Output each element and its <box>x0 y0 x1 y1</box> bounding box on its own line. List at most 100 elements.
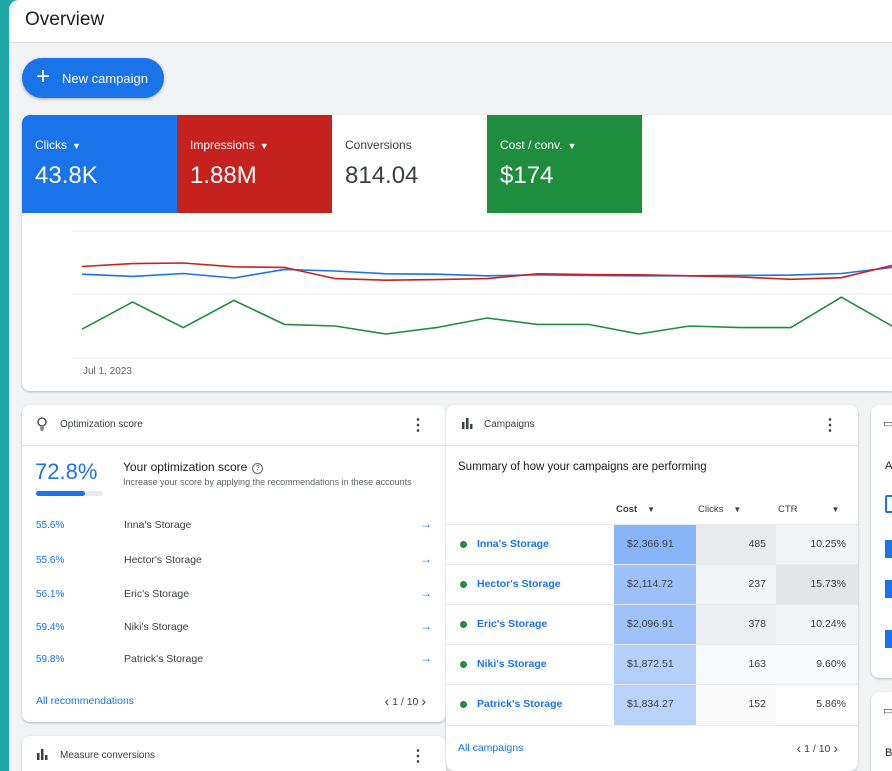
campaign-name-link[interactable]: Niki's Storage <box>477 658 547 670</box>
campaign-clicks: 163 <box>748 658 766 670</box>
card-title: Measure conversions <box>60 750 156 761</box>
page-title: Overview <box>25 9 105 30</box>
arrow-right-icon[interactable]: → <box>420 651 432 665</box>
pagination: ‹ 1 / 10 › <box>385 693 426 709</box>
new-campaign-label: New campaign <box>62 71 148 86</box>
campaign-clicks: 237 <box>748 578 766 590</box>
recommendation-account: Patrick's Storage <box>124 653 204 665</box>
campaign-clicks: 378 <box>748 618 766 630</box>
chevron-right-icon[interactable]: › <box>421 693 426 709</box>
chevron-left-icon[interactable]: ‹ <box>797 740 802 756</box>
column-header-cost[interactable]: Cost ▼ <box>616 504 655 515</box>
card-header: Measure conversions ⋮ <box>22 736 446 771</box>
top-bar: Overview <box>9 0 892 43</box>
arrow-right-icon[interactable]: → <box>420 586 432 600</box>
lightbulb-icon <box>36 417 48 434</box>
caret-down-icon: ▼ <box>831 505 840 514</box>
recommendation-row[interactable]: 59.8% Patrick's Storage → <box>22 651 446 686</box>
campaign-row[interactable]: Hector's Storage $2,114.72 237 15.73% <box>446 564 858 605</box>
metric-tile-conversions[interactable]: Conversions 814.04 <box>332 115 488 213</box>
chevron-left-icon[interactable]: ‹ <box>385 693 390 709</box>
more-vert-icon[interactable]: ⋮ <box>822 415 838 435</box>
campaign-name-link[interactable]: Hector's Storage <box>477 578 561 590</box>
campaign-cost: $1,834.27 <box>627 698 674 710</box>
status-dot <box>460 661 467 668</box>
pagination: ‹ 1 / 10 › <box>797 740 838 756</box>
campaign-row[interactable]: Eric's Storage $2,096.91 378 10.24% <box>446 604 858 645</box>
all-recommendations-link[interactable]: All recommendations <box>36 695 134 707</box>
new-campaign-button[interactable]: + New campaign <box>22 58 164 98</box>
campaigns-summary: Summary of how your campaigns are perfor… <box>458 461 707 473</box>
calendar-icon: ▭ <box>883 705 892 717</box>
device-icon: ▭ <box>883 418 892 430</box>
campaign-cost: $1,872.51 <box>627 658 674 670</box>
bar-segment <box>885 540 892 558</box>
metric-value: 814.04 <box>345 162 419 189</box>
arrow-right-icon[interactable]: → <box>420 517 432 531</box>
metric-tile-clicks[interactable]: Clicks ▼ 43.8K <box>22 115 177 213</box>
side-card-text: B <box>885 747 892 759</box>
campaign-ctr: 9.60% <box>816 658 846 670</box>
status-dot <box>460 581 467 588</box>
metric-value: 43.8K <box>35 162 98 189</box>
card-title: Optimization score <box>60 419 143 430</box>
recommendation-row[interactable]: 55.6% Inna's Storage → <box>22 517 446 552</box>
card-header: Optimization score ⋮ <box>22 405 446 446</box>
campaign-row[interactable]: Inna's Storage $2,366.91 485 10.25% <box>446 524 858 565</box>
campaign-ctr: 15.73% <box>810 578 846 590</box>
divider <box>446 725 858 726</box>
overview-window: Overview + New campaign Clicks ▼ 43.8K Im… <box>9 0 892 771</box>
all-campaigns-link[interactable]: All campaigns <box>458 742 523 754</box>
metric-tile-cost-per-conv[interactable]: Cost / conv. ▼ $174 <box>487 115 642 213</box>
recommendation-row[interactable]: 55.6% Hector's Storage → <box>22 552 446 587</box>
column-header-clicks[interactable]: Clicks ▼ <box>698 504 741 515</box>
recommendation-row[interactable]: 59.4% Niki's Storage → <box>22 619 446 654</box>
column-header-ctr[interactable]: CTR ▼ <box>778 504 839 515</box>
campaign-ctr: 10.24% <box>810 618 846 630</box>
metric-tile-impressions[interactable]: Impressions ▼ 1.88M <box>177 115 332 213</box>
series-line-2 <box>81 296 892 335</box>
checkbox[interactable] <box>885 495 892 513</box>
recommendation-account: Hector's Storage <box>124 554 202 566</box>
more-vert-icon[interactable]: ⋮ <box>410 746 426 766</box>
recommendation-score: 55.6% <box>36 555 65 566</box>
side-card-text: A <box>885 460 892 472</box>
recommendation-score: 55.6% <box>36 520 65 531</box>
recommendation-row[interactable]: 56.1% Eric's Storage → <box>22 586 446 621</box>
campaign-ctr: 5.86% <box>816 698 846 710</box>
help-icon[interactable]: ? <box>252 463 264 474</box>
campaign-ctr: 10.25% <box>810 538 846 550</box>
arrow-right-icon[interactable]: → <box>420 552 432 566</box>
caret-down-icon: ▼ <box>647 505 656 514</box>
campaign-cost: $2,114.72 <box>627 578 673 590</box>
metric-label: Impressions <box>190 138 255 152</box>
campaign-row[interactable]: Niki's Storage $1,872.51 163 9.60% <box>446 644 858 685</box>
side-card-top: ▭ A <box>871 405 892 678</box>
campaign-name-link[interactable]: Eric's Storage <box>477 618 547 630</box>
metric-label: Conversions <box>345 138 412 152</box>
bar-segment <box>885 630 892 648</box>
page-indicator: 1 / 10 <box>804 743 831 755</box>
side-card-bottom: ▭ B <box>871 692 892 771</box>
campaign-name-link[interactable]: Inna's Storage <box>477 538 549 550</box>
campaign-row[interactable]: Patrick's Storage $1,834.27 152 5.86% <box>446 684 858 725</box>
status-dot <box>460 621 467 628</box>
arrow-right-icon[interactable]: → <box>420 619 432 633</box>
optimization-heading: Your optimization score <box>123 460 248 474</box>
recommendation-score: 59.4% <box>36 622 65 633</box>
metric-label: Clicks <box>35 138 67 152</box>
recommendation-account: Niki's Storage <box>124 621 189 633</box>
optimization-description: Increase your score by applying the reco… <box>123 477 412 487</box>
campaign-clicks: 152 <box>748 698 766 710</box>
caret-down-icon: ▼ <box>567 141 577 151</box>
series-line-1 <box>81 262 892 282</box>
campaign-name-link[interactable]: Patrick's Storage <box>477 698 562 710</box>
card-header: Campaigns ⋮ <box>446 405 858 446</box>
metric-value: 1.88M <box>190 162 257 189</box>
more-vert-icon[interactable]: ⋮ <box>410 415 426 435</box>
campaign-cost: $2,096.91 <box>627 618 674 630</box>
chevron-right-icon[interactable]: › <box>833 740 838 756</box>
bar-segment <box>885 580 892 598</box>
card-title: Campaigns <box>484 419 535 430</box>
recommendation-account: Inna's Storage <box>124 519 192 531</box>
